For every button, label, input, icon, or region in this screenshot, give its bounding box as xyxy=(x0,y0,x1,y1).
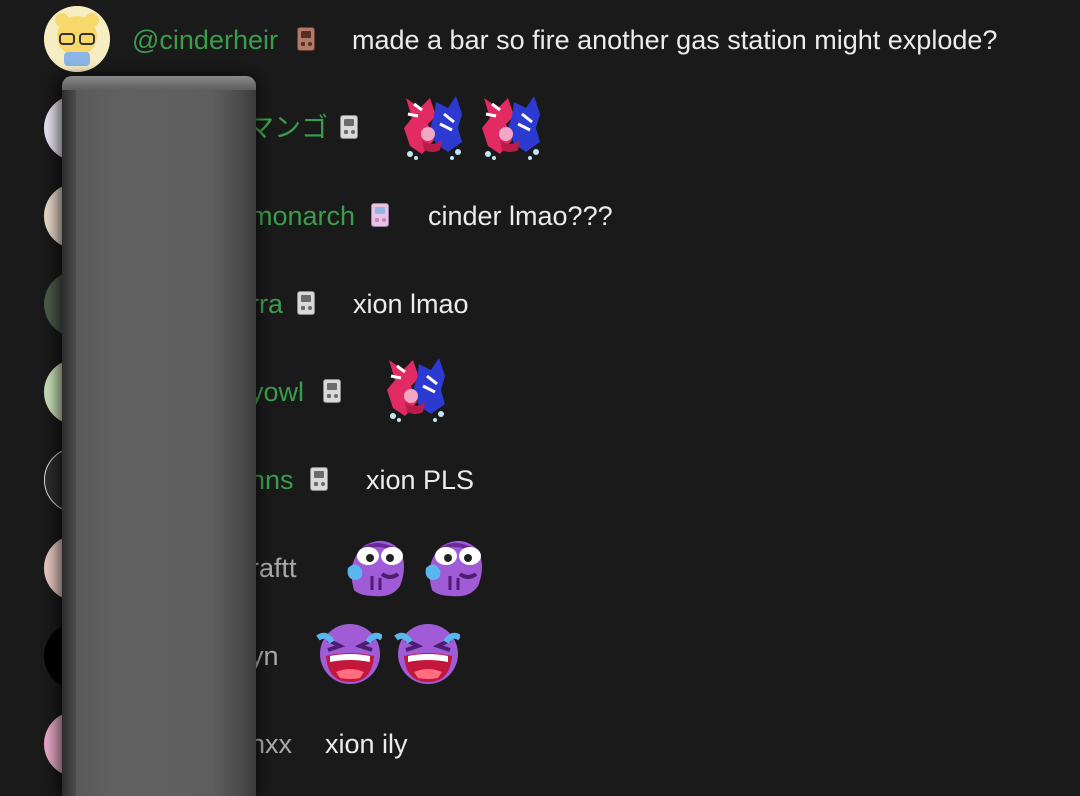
gameboy-badge-icon xyxy=(310,467,328,491)
chat-message: @cinderheir made a bar so fire another g… xyxy=(0,0,1080,88)
gameboy-badge-icon xyxy=(323,379,341,403)
username[interactable]: マンゴ xyxy=(247,112,328,144)
purple-laughing-crying-emote xyxy=(392,620,460,688)
purple-laughing-crying-emote xyxy=(314,620,382,688)
message-text: xion PLS xyxy=(366,465,475,495)
message-text: xion ily xyxy=(325,729,408,759)
username[interactable]: yowl xyxy=(250,376,304,408)
crying-demon-emote xyxy=(400,94,468,162)
username[interactable]: raftt xyxy=(250,552,297,584)
message-text: xion lmao xyxy=(353,289,469,319)
message-text: made a bar so fire another gas station m… xyxy=(352,25,998,55)
gameboy-badge-icon xyxy=(340,115,358,139)
purple-teary-emote xyxy=(423,538,484,599)
gameboy-badge-icon xyxy=(297,27,315,51)
message-text: cinder lmao??? xyxy=(428,201,613,231)
crying-demon-emote xyxy=(383,356,451,424)
crying-demon-emote xyxy=(478,94,546,162)
username[interactable]: nxx xyxy=(250,728,292,760)
gameboy-badge-icon xyxy=(371,203,389,227)
username[interactable]: nns xyxy=(250,464,294,496)
username[interactable]: monarch xyxy=(250,200,355,232)
avatar[interactable] xyxy=(44,6,110,72)
username[interactable]: @cinderheir xyxy=(132,24,278,56)
gameboy-badge-icon xyxy=(297,291,315,315)
purple-teary-emote xyxy=(345,538,406,599)
redaction-overlay xyxy=(62,76,256,796)
